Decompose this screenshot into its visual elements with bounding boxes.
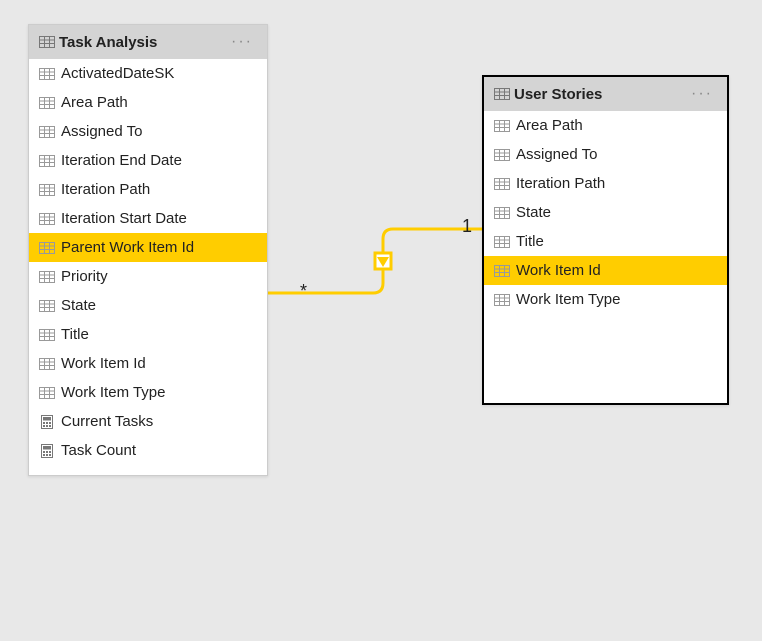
field-row[interactable]: Work Item Type (29, 378, 267, 407)
cardinality-one: 1 (462, 216, 472, 237)
field-row[interactable]: Parent Work Item Id (29, 233, 267, 262)
field-label: Area Path (61, 94, 128, 111)
field-row[interactable]: ActivatedDateSK (29, 59, 267, 88)
field-label: ActivatedDateSK (61, 65, 174, 82)
field-label: Work Item Id (61, 355, 146, 372)
cardinality-many: * (300, 281, 307, 302)
field-label: Title (61, 326, 89, 343)
field-row[interactable]: Priority (29, 262, 267, 291)
field-label: Iteration Path (61, 181, 150, 198)
measure-icon (39, 443, 55, 459)
more-options-icon[interactable]: ··· (227, 33, 257, 51)
column-icon (39, 211, 55, 227)
column-icon (39, 124, 55, 140)
column-icon (39, 182, 55, 198)
column-icon (494, 205, 510, 221)
field-row[interactable]: Work Item Id (484, 256, 727, 285)
column-icon (39, 327, 55, 343)
column-icon (494, 292, 510, 308)
field-row[interactable]: Iteration Start Date (29, 204, 267, 233)
card-header[interactable]: Task Analysis ··· (29, 25, 267, 59)
field-row[interactable]: Current Tasks (29, 407, 267, 436)
table-card-task-analysis[interactable]: Task Analysis ··· ActivatedDateSK Area Pa… (28, 24, 268, 476)
field-label: Title (516, 233, 544, 250)
field-label: Iteration Path (516, 175, 605, 192)
column-icon (494, 234, 510, 250)
table-icon (494, 86, 510, 102)
field-row[interactable]: State (484, 198, 727, 227)
field-row[interactable]: Iteration Path (29, 175, 267, 204)
field-row[interactable]: Area Path (484, 111, 727, 140)
field-label: State (61, 297, 96, 314)
column-icon (39, 153, 55, 169)
field-label: Current Tasks (61, 413, 153, 430)
table-title: User Stories (514, 86, 687, 103)
field-label: Assigned To (516, 146, 597, 163)
field-row[interactable]: State (29, 291, 267, 320)
field-row[interactable]: Assigned To (484, 140, 727, 169)
column-icon (494, 176, 510, 192)
column-icon (494, 263, 510, 279)
field-row[interactable]: Iteration End Date (29, 146, 267, 175)
column-icon (39, 298, 55, 314)
field-row[interactable]: Area Path (29, 88, 267, 117)
more-options-icon[interactable]: ··· (687, 85, 717, 103)
field-row[interactable]: Title (484, 227, 727, 256)
field-row[interactable]: Iteration Path (484, 169, 727, 198)
field-list: Area Path Assigned To Iteration Path State T… (484, 111, 727, 314)
field-label: Iteration End Date (61, 152, 182, 169)
field-list: ActivatedDateSK Area Path Assigned To Itera… (29, 59, 267, 465)
field-row[interactable]: Work Item Type (484, 285, 727, 314)
column-icon (39, 269, 55, 285)
table-icon (39, 34, 55, 50)
column-icon (39, 95, 55, 111)
field-label: Priority (61, 268, 108, 285)
field-label: Parent Work Item Id (61, 239, 194, 256)
field-label: Work Item Type (516, 291, 620, 308)
field-label: Work Item Type (61, 384, 165, 401)
field-row[interactable]: Assigned To (29, 117, 267, 146)
column-icon (494, 147, 510, 163)
column-icon (494, 118, 510, 134)
field-row[interactable]: Work Item Id (29, 349, 267, 378)
table-title: Task Analysis (59, 34, 227, 51)
column-icon (39, 356, 55, 372)
column-icon (39, 240, 55, 256)
model-canvas[interactable]: * 1 Task Analysis ··· ActivatedDateSK Are… (0, 0, 762, 641)
field-label: Assigned To (61, 123, 142, 140)
field-label: Area Path (516, 117, 583, 134)
field-label: Work Item Id (516, 262, 601, 279)
table-card-user-stories[interactable]: User Stories ··· Area Path Assigned To Ite… (482, 75, 729, 405)
measure-icon (39, 414, 55, 430)
field-row[interactable]: Title (29, 320, 267, 349)
field-label: Task Count (61, 442, 136, 459)
field-label: Iteration Start Date (61, 210, 187, 227)
column-icon (39, 66, 55, 82)
card-header[interactable]: User Stories ··· (484, 77, 727, 111)
field-row[interactable]: Task Count (29, 436, 267, 465)
field-label: State (516, 204, 551, 221)
column-icon (39, 385, 55, 401)
